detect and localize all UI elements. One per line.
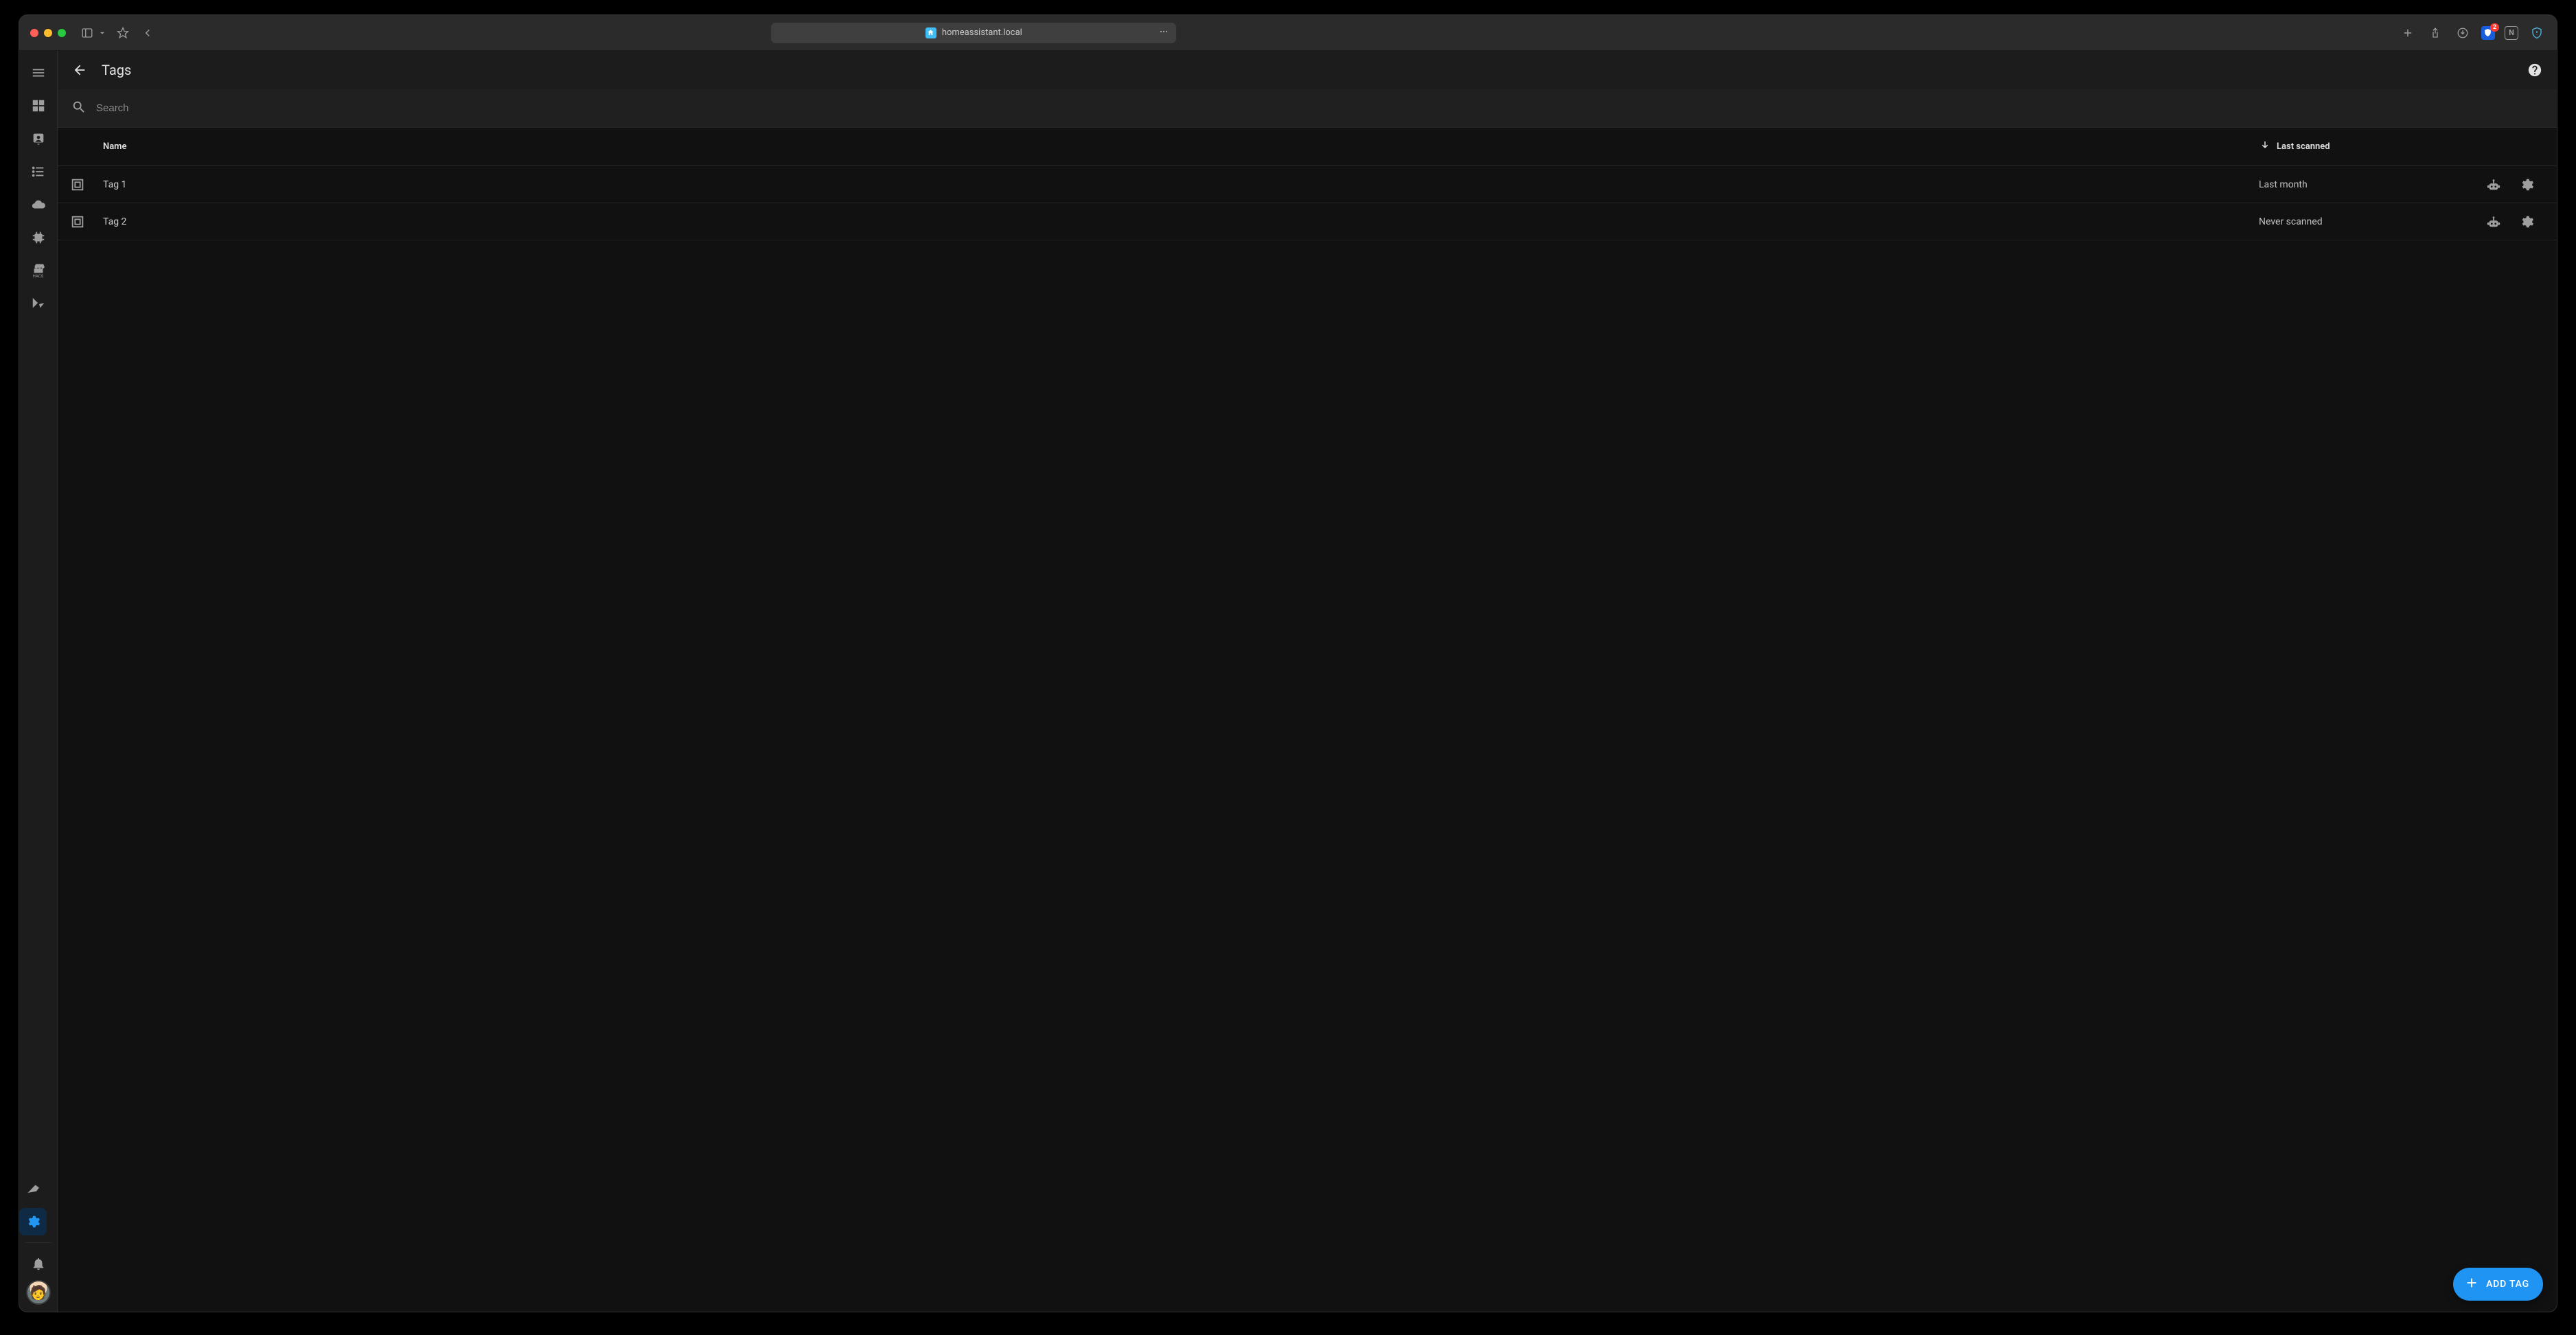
- qr-icon: [70, 177, 103, 192]
- sidebar-item-code[interactable]: [25, 290, 52, 317]
- app-container: HACS 🧑: [19, 51, 2557, 1312]
- browser-window: homeassistant.local 2 N: [19, 15, 2557, 1312]
- favorite-icon[interactable]: [114, 24, 132, 42]
- settings-button[interactable]: [2513, 208, 2540, 236]
- chevron-down-icon[interactable]: [97, 24, 107, 42]
- share-icon[interactable]: [2426, 24, 2444, 42]
- sidebar-item-chip[interactable]: [25, 224, 52, 251]
- minimize-window-button[interactable]: [44, 29, 52, 37]
- row-last-scanned: Last month: [2259, 179, 2458, 190]
- hacs-label: HACS: [33, 275, 44, 279]
- back-icon[interactable]: [139, 24, 157, 42]
- add-tag-button[interactable]: ADD TAG: [2453, 1268, 2543, 1301]
- column-header-name[interactable]: Name: [103, 141, 2259, 152]
- extension-shield-icon[interactable]: [2528, 24, 2546, 42]
- close-window-button[interactable]: [30, 29, 38, 37]
- site-favicon: [925, 27, 936, 38]
- sidebar-item-hacs[interactable]: HACS: [25, 257, 52, 284]
- menu-icon[interactable]: [25, 59, 52, 87]
- url-text: homeassistant.local: [942, 27, 1022, 38]
- sidebar-item-cloud[interactable]: [25, 191, 52, 218]
- table-row[interactable]: Tag 2 Never scanned: [58, 203, 2557, 240]
- plus-icon: [2464, 1275, 2479, 1293]
- page-header: Tags: [58, 51, 2557, 89]
- new-tab-icon[interactable]: [2399, 24, 2417, 42]
- browser-toolbar: homeassistant.local 2 N: [19, 15, 2557, 51]
- sidebar-rail: HACS 🧑: [19, 51, 58, 1312]
- sidebar-item-overview[interactable]: [25, 92, 52, 119]
- settings-button[interactable]: [2513, 171, 2540, 198]
- sidebar-item-logbook[interactable]: [25, 158, 52, 185]
- search-input[interactable]: [96, 102, 2543, 114]
- address-more-icon[interactable]: [1158, 26, 1169, 40]
- sort-arrow-down-icon: [2259, 139, 2271, 155]
- sidebar-item-notifications[interactable]: [25, 1250, 52, 1277]
- window-controls: [30, 29, 66, 37]
- sidebar-item-people[interactable]: [25, 125, 52, 152]
- table-header: Name Last scanned: [58, 128, 2557, 166]
- sidebar-item-settings[interactable]: [19, 1208, 47, 1235]
- add-tag-label: ADD TAG: [2486, 1279, 2529, 1290]
- automation-button[interactable]: [2480, 208, 2507, 236]
- row-last-scanned: Never scanned: [2259, 216, 2458, 227]
- search-icon: [71, 100, 87, 117]
- address-bar[interactable]: homeassistant.local: [771, 23, 1176, 43]
- extension-badge-count: 2: [2490, 23, 2499, 32]
- row-name: Tag 1: [103, 179, 2259, 190]
- row-name: Tag 2: [103, 216, 2259, 227]
- maximize-window-button[interactable]: [58, 29, 66, 37]
- extension-notion-icon[interactable]: N: [2505, 26, 2518, 40]
- search-bar: [58, 89, 2557, 128]
- back-button[interactable]: [66, 56, 93, 84]
- user-avatar[interactable]: 🧑: [26, 1280, 51, 1305]
- automation-button[interactable]: [2480, 171, 2507, 198]
- column-scanned-label: Last scanned: [2277, 141, 2330, 152]
- extension-bitwarden[interactable]: 2: [2481, 26, 2495, 40]
- main-content: Tags Name Last scann: [58, 51, 2557, 1312]
- column-header-last-scanned[interactable]: Last scanned: [2259, 139, 2458, 155]
- table-row[interactable]: Tag 1 Last month: [58, 166, 2557, 203]
- help-button[interactable]: [2521, 56, 2549, 84]
- downloads-icon[interactable]: [2454, 24, 2472, 42]
- sidebar-toggle-icon[interactable]: [78, 24, 96, 42]
- qr-icon: [70, 214, 103, 229]
- page-title: Tags: [102, 62, 131, 78]
- sidebar-item-devtools[interactable]: [19, 1175, 47, 1202]
